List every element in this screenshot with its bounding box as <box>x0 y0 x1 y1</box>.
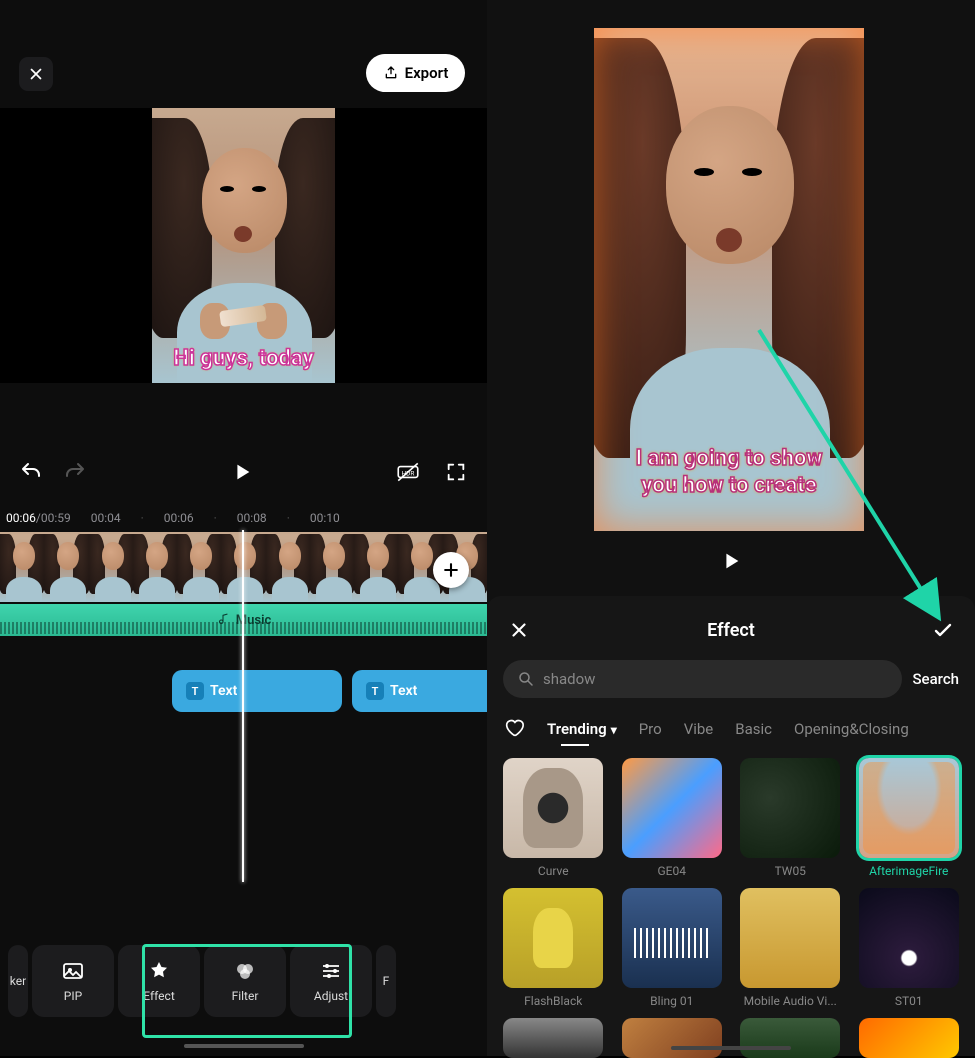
undo-button[interactable] <box>18 459 44 485</box>
current-time: 00:06 <box>6 511 36 525</box>
tab-opening-closing[interactable]: Opening&Closing <box>794 720 909 738</box>
effect-item-ge04[interactable]: GE04 <box>620 758 725 878</box>
tick-6: 00:10 <box>310 511 340 525</box>
play-button-right[interactable] <box>720 549 742 577</box>
add-clip-button[interactable] <box>433 552 469 588</box>
undo-icon <box>19 460 43 484</box>
tool-label: PIP <box>64 989 82 1003</box>
export-icon <box>383 65 399 81</box>
text-track: T Text T Text <box>0 670 487 712</box>
video-frame[interactable]: Hi guys, today <box>152 108 335 383</box>
chevron-down-icon: ▾ <box>611 723 617 737</box>
video-caption: Hi guys, today <box>152 346 335 371</box>
text-clip-1[interactable]: T Text <box>172 670 342 712</box>
effect-icon <box>147 959 171 983</box>
panel-header: Effect <box>487 606 975 660</box>
play-icon <box>231 460 253 484</box>
panel-confirm-button[interactable] <box>927 614 959 646</box>
hdr-icon: HDR <box>395 459 421 485</box>
play-button[interactable] <box>229 459 255 485</box>
playback-controls: HDR <box>0 447 487 497</box>
timecode-ruler: 00:06/00:59 00:04 · 00:06 · 00:08 · 00:1… <box>0 507 487 529</box>
search-row: shadow Search <box>487 660 975 710</box>
export-button[interactable]: Export <box>366 54 465 92</box>
search-value: shadow <box>543 670 595 688</box>
tick-2: 00:06 <box>164 511 194 525</box>
tool-format-cut[interactable]: F <box>376 945 396 1017</box>
effect-item-row3b[interactable] <box>620 1018 725 1058</box>
effect-item-row3d[interactable] <box>857 1018 962 1058</box>
panel-close-button[interactable] <box>503 614 535 646</box>
music-track[interactable]: Music <box>0 604 487 636</box>
tick-1: · <box>141 511 144 525</box>
redo-button[interactable] <box>62 459 88 485</box>
effect-panel-pane: I am going to show you how to create Eff… <box>487 0 975 1056</box>
search-input[interactable]: shadow <box>503 660 902 698</box>
hdr-toggle[interactable]: HDR <box>395 459 421 485</box>
video-timeline[interactable] <box>0 532 487 602</box>
tick-5: · <box>287 511 290 525</box>
effect-item-row3c[interactable] <box>738 1018 843 1058</box>
effect-item-mobile-audio[interactable]: Mobile Audio Vi... <box>738 888 843 1008</box>
redo-icon <box>63 460 87 484</box>
effect-item-bling01[interactable]: Bling 01 <box>620 888 725 1008</box>
tool-label: Filter <box>232 989 259 1003</box>
total-time: 00:59 <box>41 511 71 525</box>
tab-trending[interactable]: Trending▾ <box>547 720 617 738</box>
favorites-button[interactable] <box>503 716 525 742</box>
tool-pip[interactable]: PIP <box>32 945 114 1017</box>
tick-3: · <box>214 511 217 525</box>
fullscreen-icon <box>445 461 467 483</box>
text-clip-label: Text <box>390 683 417 699</box>
effect-item-st01[interactable]: ST01 <box>857 888 962 1008</box>
svg-text:HDR: HDR <box>402 469 415 477</box>
pip-icon <box>61 959 85 983</box>
tool-effect[interactable]: Effect <box>118 945 200 1017</box>
effect-item-row3a[interactable] <box>501 1018 606 1058</box>
close-button[interactable] <box>19 57 53 91</box>
home-indicator <box>671 1046 791 1050</box>
preview-area: Hi guys, today <box>0 108 487 383</box>
tick-0: 00:04 <box>91 511 121 525</box>
text-icon: T <box>366 682 384 700</box>
editor-main-pane: Export Hi guys, today <box>0 0 487 1056</box>
heart-icon <box>503 716 525 738</box>
bottom-toolbar: ker PIP Effect Filter Adjust F <box>0 936 487 1026</box>
text-clip-label: Text <box>210 683 237 699</box>
effect-item-tw05[interactable]: TW05 <box>738 758 843 878</box>
checkmark-icon <box>931 618 955 642</box>
filter-icon <box>233 959 257 983</box>
effect-item-curve[interactable]: Curve <box>501 758 606 878</box>
tool-label: Adjust <box>314 989 348 1003</box>
effect-item-afterimagefire[interactable]: AfterimageFire <box>857 758 962 878</box>
export-label: Export <box>405 64 449 82</box>
adjust-icon <box>319 959 343 983</box>
tab-basic[interactable]: Basic <box>735 720 772 738</box>
plus-icon <box>441 560 461 580</box>
home-indicator <box>184 1044 304 1048</box>
tool-sticker-cut[interactable]: ker <box>8 945 28 1017</box>
tool-label: Effect <box>143 989 175 1003</box>
tick-4: 00:08 <box>237 511 267 525</box>
tool-filter[interactable]: Filter <box>204 945 286 1017</box>
top-bar: Export <box>0 48 487 108</box>
effect-tabs: Trending▾ Pro Vibe Basic Opening&Closing <box>487 710 975 750</box>
search-button[interactable]: Search <box>912 670 959 688</box>
search-icon <box>517 670 535 688</box>
video-caption-right: I am going to show you how to create <box>594 446 864 499</box>
effect-panel: Effect shadow Search Trending▾ Pro Vibe … <box>487 596 975 1056</box>
tab-vibe[interactable]: Vibe <box>684 720 714 738</box>
close-icon <box>27 65 45 83</box>
tab-pro[interactable]: Pro <box>639 720 662 738</box>
tool-adjust[interactable]: Adjust <box>290 945 372 1017</box>
effect-grid: Curve GE04 TW05 AfterimageFire FlashBlac… <box>487 750 975 1058</box>
fullscreen-button[interactable] <box>443 459 469 485</box>
close-icon <box>508 619 530 641</box>
play-icon <box>720 549 742 573</box>
effect-item-flashblack[interactable]: FlashBlack <box>501 888 606 1008</box>
panel-title: Effect <box>707 620 755 641</box>
preview-with-effect[interactable]: I am going to show you how to create <box>594 28 864 531</box>
text-icon: T <box>186 682 204 700</box>
